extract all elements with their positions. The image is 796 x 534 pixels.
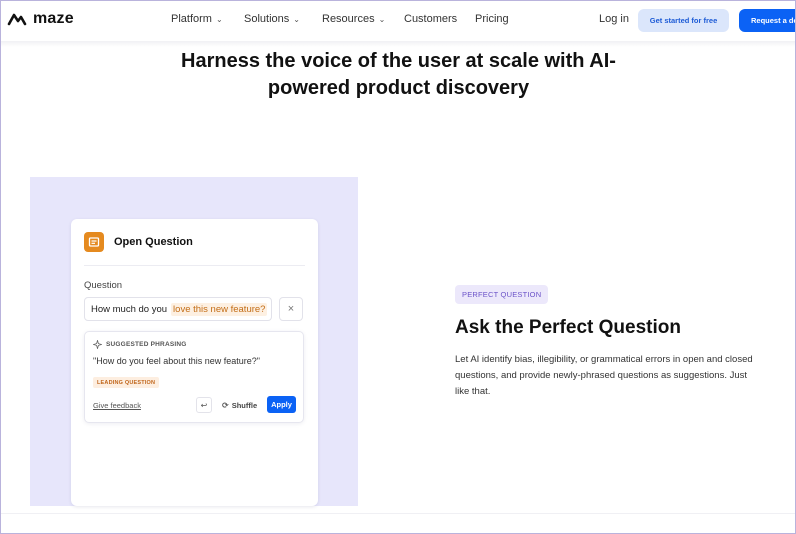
chevron-down-icon: ⌄ (293, 14, 300, 24)
question-input[interactable]: How much do you love this new feature? (84, 297, 272, 321)
chevron-down-icon: ⌄ (378, 14, 386, 24)
nav-item-label: Customers (404, 13, 458, 25)
sparkle-icon (93, 340, 102, 349)
nav-item-label: Platform (171, 13, 212, 25)
nav-item-pricing[interactable]: Pricing (475, 13, 509, 25)
suggestion-header-label: SUGGESTED PHRASING (106, 341, 187, 348)
logo-text: maze (33, 10, 74, 27)
nav-item-resources[interactable]: Resources ⌄ (322, 13, 385, 25)
page-frame: maze Platform ⌄ Solutions ⌄ Resources ⌄ … (0, 0, 796, 534)
nav-shadow (1, 41, 795, 47)
suggestion-popover: SUGGESTED PHRASING "How do you feel abou… (84, 331, 304, 423)
undo-icon: ↩ (200, 400, 208, 410)
nav-item-label: Resources (322, 13, 375, 25)
shuffle-icon: ⟳ (222, 400, 229, 410)
question-text: How much do you (91, 303, 168, 315)
shuffle-label: Shuffle (231, 400, 258, 410)
apply-button[interactable]: Apply (267, 396, 296, 413)
question-label: Question (84, 280, 123, 291)
hero-title: Harness the voice of the user at scale w… (181, 50, 616, 99)
request-demo-button[interactable]: Request a demo (739, 9, 795, 32)
nav-item-label: Pricing (475, 13, 509, 25)
give-feedback-link[interactable]: Give feedback (93, 401, 141, 410)
nav-item-label: Solutions (244, 13, 290, 25)
maze-logo-icon (7, 13, 27, 26)
open-question-icon (84, 232, 104, 252)
logo[interactable]: maze (7, 10, 74, 28)
shuffle-button[interactable]: ⟳ Shuffle (219, 397, 260, 413)
chevron-down-icon: ⌄ (215, 14, 223, 24)
suggestion-header: SUGGESTED PHRASING (93, 340, 187, 349)
open-question-card: Open Question Question How much do you l… (71, 219, 318, 506)
nav-item-solutions[interactable]: Solutions ⌄ (244, 13, 300, 25)
undo-button[interactable]: ↩ (196, 397, 212, 413)
login-link[interactable]: Log in (599, 13, 629, 25)
close-icon: × (287, 303, 295, 315)
highlighted-phrase: love this new feature? (171, 302, 268, 316)
suggested-phrasing: "How do you feel about this new feature?… (93, 356, 260, 366)
nav-item-customers[interactable]: Customers (404, 13, 457, 25)
get-started-button[interactable]: Get started for free (638, 9, 729, 32)
clear-button[interactable]: × (279, 297, 303, 321)
card-divider (84, 265, 305, 266)
login-label: Log in (599, 13, 629, 25)
card-title: Open Question (114, 236, 193, 248)
top-navigation: maze Platform ⌄ Solutions ⌄ Resources ⌄ … (1, 1, 795, 41)
nav-item-platform[interactable]: Platform ⌄ (171, 13, 223, 25)
section-divider (1, 513, 795, 514)
feature-description: Let AI identify bias, illegibility, or g… (455, 354, 753, 397)
feature-pill: PERFECT QUESTION (455, 285, 549, 304)
feature-title: Ask the Perfect Question (455, 317, 681, 338)
leading-question-badge: LEADING QUESTION (93, 377, 160, 388)
